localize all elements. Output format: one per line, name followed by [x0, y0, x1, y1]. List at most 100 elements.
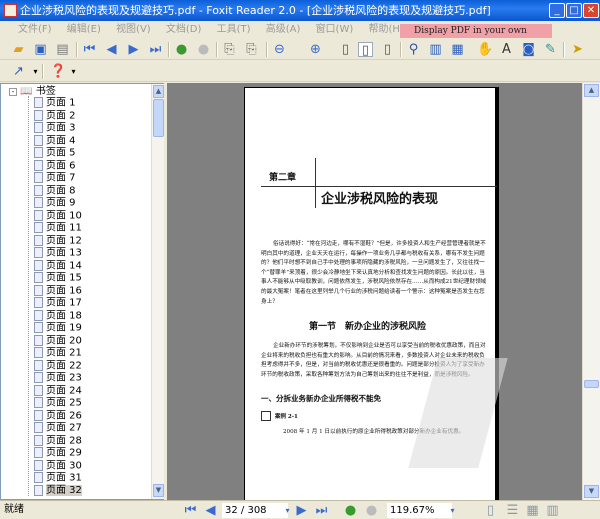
- next-page-icon[interactable]: ▶: [126, 42, 141, 57]
- bookmark-item[interactable]: 页面 30: [34, 459, 82, 473]
- help-icon[interactable]: ❓: [50, 64, 66, 79]
- bookmark-item[interactable]: 页面 5: [34, 147, 76, 160]
- prev-page-icon[interactable]: ◀: [203, 503, 218, 518]
- actual-size-icon[interactable]: ▯: [338, 42, 353, 57]
- scroll-up-arrow[interactable]: ▲: [153, 85, 164, 98]
- save-icon[interactable]: ▣: [33, 42, 48, 57]
- page-icon: [34, 159, 43, 171]
- bookmark-item[interactable]: 页面 31: [34, 472, 82, 485]
- menu-advanced[interactable]: 高级(A): [266, 24, 301, 35]
- next-page-icon[interactable]: ▶: [294, 503, 309, 518]
- minimize-button[interactable]: _: [549, 3, 565, 18]
- bookmark-item[interactable]: 页面 22: [34, 359, 82, 373]
- bookmark-item[interactable]: 页面 1: [34, 97, 76, 110]
- page-dropdown-icon[interactable]: ▾: [280, 503, 295, 518]
- bookmark-item[interactable]: 页面 20: [34, 334, 82, 348]
- first-page-icon[interactable]: ⏮: [183, 503, 198, 518]
- bookmark-item[interactable]: 页面 6: [34, 159, 76, 173]
- bookmark-panel-icon[interactable]: ▥: [428, 42, 443, 57]
- sidebar-scrollbar[interactable]: ▲ ▼: [151, 84, 164, 499]
- bookmark-item[interactable]: 页面 26: [34, 409, 82, 423]
- rotate-right-icon[interactable]: ⎘: [244, 42, 259, 57]
- open-icon[interactable]: ▰: [11, 42, 26, 57]
- select-arrow-icon[interactable]: ➤: [570, 42, 585, 57]
- document-viewer[interactable]: 第二章 企业涉税风险的表现 俗话说得好：“常在河边走，哪有不湿鞋？”但是，许多投…: [167, 83, 582, 507]
- bookmark-item[interactable]: 页面 18: [34, 309, 82, 323]
- hand-tool-icon[interactable]: ✋: [477, 42, 493, 57]
- scroll-up-arrow[interactable]: ▲: [584, 84, 599, 97]
- chevron-down-icon[interactable]: ▾: [66, 64, 81, 79]
- bookmark-item[interactable]: 页面 14: [34, 259, 82, 273]
- bookmark-item[interactable]: 页面 9: [34, 197, 76, 210]
- bookmark-item[interactable]: 页面 27: [34, 422, 82, 435]
- bookmark-item[interactable]: 页面 13: [34, 247, 82, 260]
- chevron-down-icon[interactable]: ▾: [28, 64, 43, 79]
- thumbnail-icon[interactable]: ▦: [450, 42, 465, 57]
- link-tool-icon[interactable]: ↗: [11, 64, 26, 79]
- menu-tools[interactable]: 工具(T): [217, 24, 251, 35]
- find-icon[interactable]: ⚲: [406, 42, 421, 57]
- bookmark-item[interactable]: 页面 21: [34, 347, 82, 360]
- fit-width-icon[interactable]: ▯: [380, 42, 395, 57]
- prev-page-icon[interactable]: ◀: [104, 42, 119, 57]
- bookmark-item[interactable]: 页面 17: [34, 297, 82, 310]
- continuous-facing-icon[interactable]: ▥: [545, 503, 560, 518]
- snapshot-icon[interactable]: ◙: [521, 42, 536, 57]
- page-icon: [34, 484, 43, 496]
- bookmark-item[interactable]: 页面 7: [34, 172, 76, 185]
- bookmark-item[interactable]: 页面 23: [34, 372, 82, 385]
- first-page-icon[interactable]: ⏮: [82, 42, 97, 57]
- annotation-icon[interactable]: ✎: [543, 42, 558, 57]
- last-page-icon[interactable]: ⏭: [314, 503, 329, 518]
- menu-window[interactable]: 窗口(W): [316, 24, 354, 35]
- facing-icon[interactable]: ▦: [525, 503, 540, 518]
- close-button[interactable]: ✕: [583, 3, 599, 18]
- maximize-button[interactable]: □: [566, 3, 582, 18]
- single-page-icon[interactable]: ▯: [483, 503, 498, 518]
- menu-file[interactable]: 文件(F): [18, 24, 52, 35]
- bookmark-item[interactable]: 页面 19: [34, 322, 82, 335]
- zoom-input[interactable]: 119.67%: [387, 503, 452, 518]
- menu-edit[interactable]: 编辑(E): [67, 24, 101, 35]
- page-number-input[interactable]: 32 / 308: [222, 503, 288, 518]
- continuous-icon[interactable]: ☰: [505, 503, 520, 518]
- last-page-icon[interactable]: ⏭: [148, 42, 163, 57]
- back-icon[interactable]: ●: [343, 503, 358, 518]
- scroll-thumb[interactable]: [153, 99, 164, 137]
- bookmark-item[interactable]: 页面 24: [34, 384, 82, 398]
- bookmark-item[interactable]: 页面 28: [34, 434, 82, 448]
- bookmark-item[interactable]: 页面 3: [34, 122, 76, 135]
- forward-icon[interactable]: ●: [196, 42, 211, 57]
- zoom-dropdown-icon[interactable]: ▾: [445, 503, 460, 518]
- zoom-out-icon[interactable]: ⊖: [272, 42, 287, 57]
- rotate-left-icon[interactable]: ⎘: [222, 42, 237, 57]
- menu-view[interactable]: 视图(V): [116, 24, 151, 35]
- zoom-in-icon[interactable]: ⊕: [308, 42, 323, 57]
- bookmark-label: 页面 16: [46, 285, 82, 296]
- bookmark-item[interactable]: 页面 11: [34, 222, 82, 235]
- bookmark-item[interactable]: 页面 4: [34, 134, 76, 148]
- scroll-down-arrow[interactable]: ▼: [153, 484, 164, 497]
- bookmark-item[interactable]: 页面 16: [34, 284, 82, 298]
- ad-banner[interactable]: Display PDF in your own applications: [400, 24, 552, 50]
- bookmark-item[interactable]: 页面 8: [34, 184, 76, 198]
- page-icon: [34, 284, 43, 296]
- back-icon[interactable]: ●: [174, 42, 189, 57]
- fit-page-icon[interactable]: ▯: [358, 42, 373, 58]
- bookmark-item[interactable]: 页面 2: [34, 109, 76, 123]
- menu-document[interactable]: 文档(D): [166, 24, 202, 35]
- viewer-scrollbar[interactable]: ▲ ▼: [582, 83, 600, 500]
- bookmark-item[interactable]: 页面 32: [34, 484, 82, 498]
- bookmark-item[interactable]: 页面 15: [34, 272, 82, 285]
- scroll-down-arrow[interactable]: ▼: [584, 485, 599, 498]
- bookmark-item[interactable]: 页面 12: [34, 234, 82, 248]
- forward-icon[interactable]: ●: [364, 503, 379, 518]
- scroll-thumb[interactable]: [584, 380, 599, 388]
- menu-help[interactable]: 帮助(H): [368, 24, 403, 35]
- print-icon[interactable]: ▤: [55, 42, 70, 57]
- bookmark-item[interactable]: 页面 25: [34, 397, 82, 410]
- bookmark-item[interactable]: 页面 29: [34, 447, 82, 460]
- page-icon: [34, 309, 43, 321]
- bookmark-item[interactable]: 页面 10: [34, 209, 82, 223]
- text-select-icon[interactable]: A: [499, 42, 514, 57]
